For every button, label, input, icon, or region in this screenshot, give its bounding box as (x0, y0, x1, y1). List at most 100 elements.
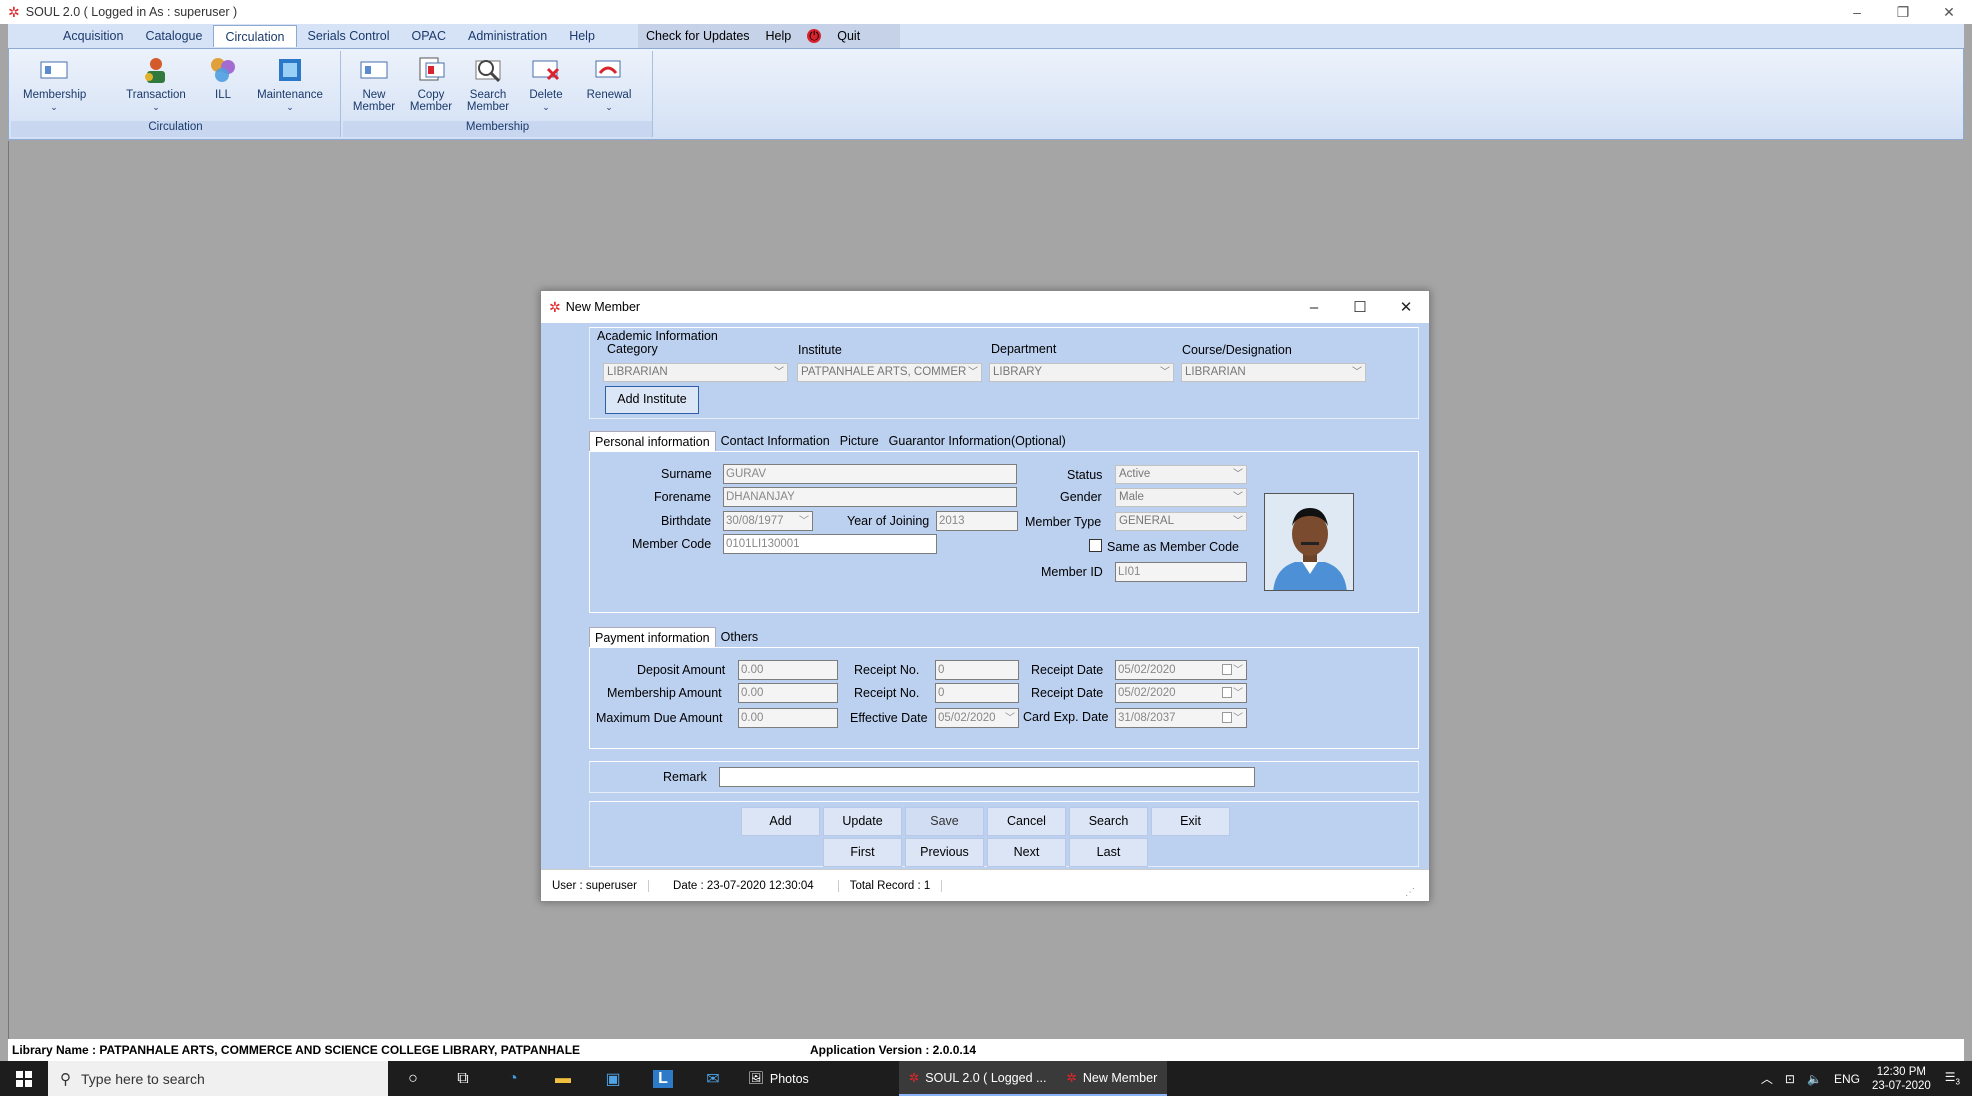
status-select[interactable]: Active ﹀ (1115, 465, 1247, 484)
dialog-close-icon[interactable]: ✕ (1383, 291, 1429, 323)
birthdate-picker[interactable]: 30/08/1977 ﹀ (723, 511, 813, 531)
language-indicator[interactable]: ENG (1834, 1072, 1860, 1086)
windows-start-button[interactable] (0, 1061, 48, 1096)
task-view-icon[interactable]: ⧉ (438, 1061, 488, 1096)
department-value: LIBRARY (993, 366, 1043, 378)
gender-select[interactable]: Male ﹀ (1115, 488, 1247, 507)
libreoffice-icon[interactable]: L (638, 1061, 688, 1096)
dialog-minimize-icon[interactable]: – (1291, 291, 1337, 323)
receipt-date-picker-2[interactable]: 05/02/2020 ﹀ (1115, 683, 1247, 703)
previous-button[interactable]: Previous (905, 838, 984, 867)
soul-logo-icon: ✲ (8, 3, 20, 20)
tab-serials-control[interactable]: Serials Control (297, 25, 401, 47)
member-id-field[interactable]: LI01 (1115, 562, 1247, 582)
receipt-date-value-1: 05/02/2020 (1118, 664, 1176, 676)
taskbar-search-input[interactable]: ⚲ Type here to search (48, 1061, 388, 1096)
tab-help[interactable]: Help (558, 25, 606, 47)
dialog-maximize-icon[interactable]: ☐ (1337, 291, 1383, 323)
ill-button[interactable]: ILL (203, 55, 243, 101)
save-button[interactable]: Save (905, 807, 984, 836)
store-icon[interactable]: ▣ (588, 1061, 638, 1096)
resize-grip-icon[interactable]: ⋰ (1394, 887, 1426, 898)
close-icon[interactable]: ✕ (1926, 0, 1972, 24)
cortana-icon[interactable]: ○ (388, 1061, 438, 1096)
chevron-down-icon: ﹀ (968, 367, 978, 378)
taskbar-app-photos[interactable]: 🖼 Photos (738, 1061, 819, 1096)
tab-others[interactable]: Others (716, 627, 764, 647)
membership-amount-field[interactable]: 0.00 (738, 683, 838, 703)
windows-icon (16, 1070, 32, 1087)
category-value: LIBRARIAN (607, 366, 668, 378)
edge-icon[interactable]: ◔ (488, 1061, 538, 1096)
receipt-date-picker-1[interactable]: 05/02/2020 ﹀ (1115, 660, 1247, 680)
effective-date-picker[interactable]: 05/02/2020 ﹀ (935, 708, 1019, 728)
remark-field[interactable] (719, 767, 1255, 787)
last-button[interactable]: Last (1069, 838, 1148, 867)
taskbar-app-new-member[interactable]: ✲ New Member (1056, 1061, 1168, 1096)
file-explorer-icon[interactable]: ▬ (538, 1061, 588, 1096)
quit-button[interactable]: ⏻ Quit (807, 29, 876, 43)
ribbon-group-circulation: Membership ⌄ Transaction ⌄ ILL Maintenance… (11, 51, 341, 137)
institute-select[interactable]: PATPANHALE ARTS, COMMER ﹀ (797, 363, 982, 382)
max-due-field[interactable]: 0.00 (738, 708, 838, 728)
tab-opac[interactable]: OPAC (401, 25, 458, 47)
card-exp-value: 31/08/2037 (1118, 712, 1176, 724)
add-button[interactable]: Add (741, 807, 820, 836)
new-member-app-label: New Member (1082, 1070, 1158, 1085)
first-button[interactable]: First (823, 838, 902, 867)
tab-administration[interactable]: Administration (457, 25, 558, 47)
maintenance-button[interactable]: Maintenance ⌄ (253, 55, 327, 113)
transaction-label: Transaction (126, 89, 186, 101)
tab-contact-information[interactable]: Contact Information (716, 431, 835, 451)
search-placeholder: Type here to search (81, 1070, 205, 1087)
receipt-no-field-1[interactable]: 0 (935, 660, 1019, 680)
clock[interactable]: 12:30 PM 23-07-2020 (1872, 1065, 1931, 1093)
card-exp-picker[interactable]: 31/08/2037 ﹀ (1115, 708, 1247, 728)
group-label-membership: Membership (343, 121, 652, 137)
category-select[interactable]: LIBRARIAN ﹀ (603, 363, 788, 382)
copy-member-button[interactable]: Copy Member (406, 55, 456, 113)
surname-field[interactable]: GURAV (723, 464, 1017, 484)
same-as-code-checkbox[interactable] (1089, 539, 1102, 552)
tab-guarantor-information[interactable]: Guarantor Information(Optional) (884, 431, 1071, 451)
chevron-down-icon: ﹀ (1160, 367, 1170, 378)
department-select[interactable]: LIBRARY ﹀ (989, 363, 1174, 382)
tab-catalogue[interactable]: Catalogue (134, 25, 213, 47)
membership-button[interactable]: Membership ⌄ (23, 55, 86, 113)
delete-button[interactable]: Delete ⌄ (523, 55, 569, 113)
new-member-dialog: ✲ New Member – ☐ ✕ Academic Information … (540, 290, 1430, 902)
search-member-button[interactable]: Search Member (463, 55, 513, 113)
taskbar-app-soul[interactable]: ✲ SOUL 2.0 ( Logged ... (898, 1061, 1057, 1096)
next-button[interactable]: Next (987, 838, 1066, 867)
new-member-button[interactable]: New Member (349, 55, 399, 113)
receipt-no-field-2[interactable]: 0 (935, 683, 1019, 703)
tab-circulation[interactable]: Circulation (213, 25, 297, 47)
minimize-icon[interactable]: – (1834, 0, 1880, 24)
update-button[interactable]: Update (823, 807, 902, 836)
transaction-button[interactable]: Transaction ⌄ (121, 55, 191, 113)
tab-personal-information[interactable]: Personal information (589, 431, 716, 451)
course-select[interactable]: LIBRARIAN ﹀ (1181, 363, 1366, 382)
member-code-field[interactable]: 0101LI130001 (723, 534, 937, 554)
copy-member-icon (415, 55, 447, 85)
chevron-up-icon[interactable]: ︿ (1761, 1070, 1773, 1087)
renewal-button[interactable]: Renewal ⌄ (581, 55, 637, 113)
mail-icon[interactable]: ✉ (688, 1061, 738, 1096)
member-type-select[interactable]: GENERAL ﹀ (1115, 512, 1247, 531)
cancel-button[interactable]: Cancel (987, 807, 1066, 836)
forename-field[interactable]: DHANANJAY (723, 487, 1017, 507)
tab-picture[interactable]: Picture (835, 431, 884, 451)
search-button[interactable]: Search (1069, 807, 1148, 836)
exit-button[interactable]: Exit (1151, 807, 1230, 836)
tab-payment-information[interactable]: Payment information (589, 627, 716, 647)
network-icon[interactable]: ⊡ (1785, 1072, 1795, 1086)
help-link[interactable]: Help (766, 29, 792, 43)
tab-acquisition[interactable]: Acquisition (52, 25, 134, 47)
notification-icon[interactable]: ☰3 (1945, 1070, 1960, 1086)
deposit-field[interactable]: 0.00 (738, 660, 838, 680)
restore-icon[interactable]: ❐ (1880, 0, 1926, 24)
volume-muted-icon[interactable]: 🔈 (1807, 1072, 1822, 1086)
add-institute-button[interactable]: Add Institute (605, 386, 699, 414)
check-updates-link[interactable]: Check for Updates (646, 29, 750, 43)
year-joining-field[interactable]: 2013 (936, 511, 1018, 531)
